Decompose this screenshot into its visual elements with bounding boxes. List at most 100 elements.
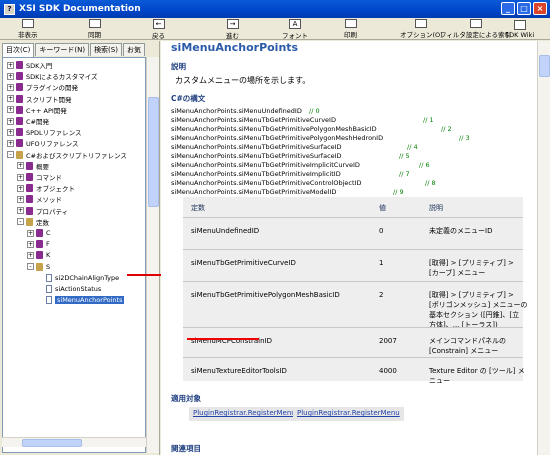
description-text: カスタムメニューの場所を示します。: [175, 76, 311, 85]
expand-icon[interactable]: +: [7, 95, 14, 103]
tab-favorites[interactable]: お気: [122, 43, 145, 56]
tree-item[interactable]: + F: [27, 239, 50, 249]
tree-item[interactable]: siActionStatus: [37, 284, 101, 294]
tree-item[interactable]: - 定数: [17, 217, 49, 227]
tree-item[interactable]: si2DChainAlignType: [37, 273, 119, 283]
tree-item-label: 定数: [36, 218, 49, 227]
code-line: siMenuAnchorPoints.siMenuTbGetPrimitiveI…: [171, 161, 360, 169]
constant-description: [ポリゴンメッシュ] メニューの: [429, 301, 528, 309]
expand-icon[interactable]: +: [7, 106, 14, 114]
expand-icon[interactable]: +: [7, 61, 14, 69]
page-icon: [46, 296, 52, 305]
minimize-button[interactable]: _: [501, 2, 515, 15]
book-icon: [16, 94, 23, 103]
tree-item[interactable]: + UFOリファレンス: [7, 138, 78, 148]
expand-icon[interactable]: +: [17, 173, 24, 181]
tree-item[interactable]: + SDKによるカスタマイズ: [7, 71, 98, 81]
tree-hscrollbar[interactable]: [2, 437, 146, 447]
code-comment: // 2: [441, 125, 452, 133]
tree-item[interactable]: + C++ API開発: [7, 105, 67, 115]
maximize-button[interactable]: □: [517, 2, 531, 15]
book-icon: [36, 251, 43, 260]
applies-link[interactable]: PluginRegistrar.RegisterMenu: [189, 407, 300, 421]
expand-icon[interactable]: +: [7, 128, 14, 136]
forward-button[interactable]: → 進む: [226, 18, 239, 40]
expand-icon[interactable]: +: [7, 117, 14, 125]
scroll-thumb[interactable]: [539, 55, 550, 77]
tab-keywords[interactable]: キーワード(N): [35, 43, 90, 56]
page-title: siMenuAnchorPoints: [171, 41, 299, 54]
sync-icon: [88, 19, 101, 28]
expand-icon[interactable]: +: [7, 72, 14, 80]
constant-value: 2007: [379, 337, 397, 345]
expand-icon[interactable]: +: [27, 240, 34, 248]
table-row: siMenuTbGetPrimitiveCurveID 1 [取得] > [プリミテ…: [183, 249, 523, 281]
tree-item[interactable]: + SPDLリファレンス: [7, 127, 82, 137]
tree-item[interactable]: - C#およびスクリプトリファレンス: [7, 150, 127, 160]
book-icon: [36, 240, 43, 249]
toolbar: 非表示 同期 ← 戻る → 進む A フォント 印刷 オプション(O) フィルタ設定に…: [0, 18, 550, 40]
tree-item[interactable]: + スクリプト開発: [7, 94, 72, 104]
hide-button[interactable]: 非表示: [18, 19, 38, 39]
code-line: siMenuAnchorPoints.siMenuTbGetPrimitiveI…: [171, 170, 341, 178]
expand-icon[interactable]: +: [17, 162, 24, 170]
back-button[interactable]: ← 戻る: [152, 18, 165, 40]
options-button[interactable]: オプション(O): [400, 19, 443, 39]
tree-item[interactable]: + C#開発: [7, 116, 49, 126]
sync-button[interactable]: 同期: [88, 19, 101, 39]
print-button[interactable]: 印刷: [344, 19, 357, 39]
collapse-icon[interactable]: -: [7, 151, 14, 159]
title-bar: ? XSI SDK Documentation _ □ ×: [0, 0, 550, 18]
expand-icon[interactable]: +: [17, 207, 24, 215]
tab-contents[interactable]: 目次(C): [2, 43, 35, 57]
expand-icon[interactable]: +: [27, 229, 34, 237]
tree-item[interactable]: + オブジェクト: [17, 183, 75, 193]
hide-icon: [21, 19, 34, 28]
tree-item-label: F: [46, 240, 50, 249]
open-book-icon: [26, 217, 33, 226]
code-line: siMenuAnchorPoints.siMenuTbGetPrimitiveS…: [171, 143, 342, 151]
sdk-wiki-button[interactable]: SDK Wiki: [505, 19, 534, 39]
code-comment: // 8: [425, 179, 436, 187]
tree-item[interactable]: siMenuAnchorPoints: [37, 295, 125, 305]
table-row: siMenuTextureEditorToolsID 4000 Texture Ed…: [183, 357, 525, 385]
book-icon: [16, 61, 23, 69]
tree-item[interactable]: + C: [27, 228, 51, 238]
constant-value: 2: [379, 291, 384, 299]
collapse-icon[interactable]: -: [27, 263, 34, 271]
tree-item[interactable]: + プロパティ: [17, 206, 68, 216]
tab-search[interactable]: 検索(S): [90, 43, 122, 56]
expand-icon[interactable]: +: [27, 251, 34, 259]
filter-index-button[interactable]: フィルタ設定による索引: [440, 19, 511, 39]
font-button[interactable]: A フォント: [282, 18, 308, 40]
close-button[interactable]: ×: [533, 2, 547, 15]
table-header: 定数: [191, 204, 205, 212]
tree-item[interactable]: + コマンド: [17, 172, 62, 182]
expand-icon[interactable]: +: [7, 83, 14, 91]
tree-item-label: siMenuAnchorPoints: [55, 296, 125, 305]
expand-icon[interactable]: +: [17, 184, 24, 192]
content-scrollbar[interactable]: [537, 41, 550, 455]
filter-index-icon: [469, 19, 482, 28]
book-icon: [16, 72, 23, 81]
expand-icon[interactable]: +: [7, 139, 14, 147]
collapse-icon[interactable]: -: [17, 218, 24, 226]
scroll-thumb[interactable]: [148, 97, 159, 207]
tree-item-label: 概要: [36, 162, 49, 171]
constant-description: [カーブ] メニュー: [429, 269, 486, 277]
constant-description: [取得] > [プリミティブ] >: [429, 259, 514, 267]
applies-link[interactable]: PluginRegistrar.RegisterMenu: [293, 407, 404, 421]
book-icon: [26, 173, 33, 181]
code-block: siMenuAnchorPoints.siMenuUndefinedID // 0…: [169, 105, 509, 199]
tree-item[interactable]: + SDK入門: [7, 60, 52, 70]
constant-description: [Constrain] メニュー: [429, 347, 499, 355]
tree-item[interactable]: + 概要: [17, 161, 49, 171]
expand-icon[interactable]: +: [17, 195, 24, 203]
tree-item[interactable]: -S: [27, 262, 50, 272]
tree-scrollbar[interactable]: [146, 57, 159, 453]
tree-item[interactable]: + プラグインの開発: [7, 82, 78, 92]
tree-item[interactable]: + K: [27, 250, 50, 260]
tree-item[interactable]: + メソッド: [17, 194, 62, 204]
scroll-thumb[interactable]: [22, 439, 82, 447]
page-icon: [46, 273, 52, 282]
